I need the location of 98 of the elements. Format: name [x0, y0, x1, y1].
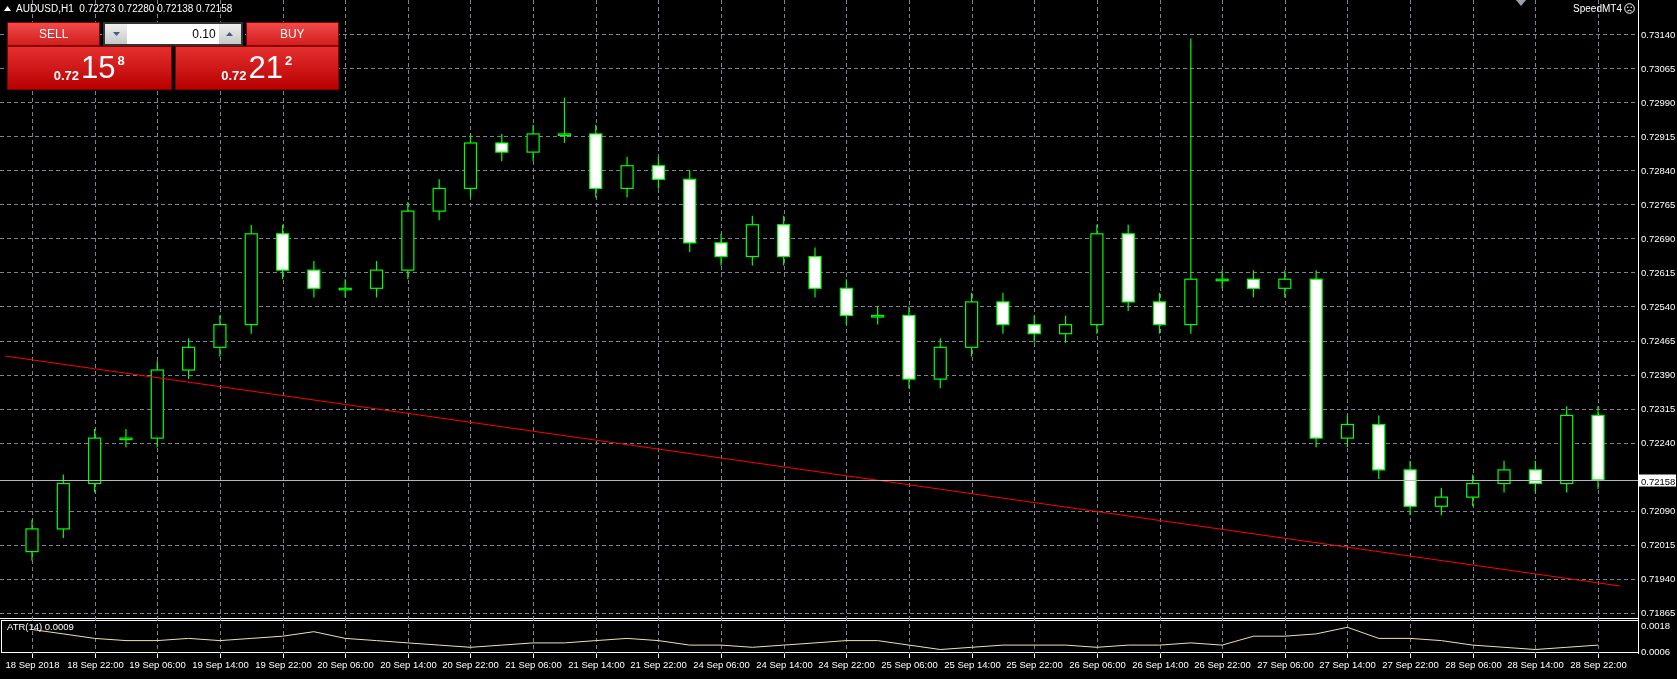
- candlestick: [182, 337, 196, 380]
- candlestick: [119, 428, 133, 448]
- candlestick: [1403, 460, 1417, 516]
- time-label: 20 Sep 06:00: [317, 659, 374, 670]
- sad-face-icon: [1624, 3, 1635, 14]
- time-label: 25 Sep 14:00: [944, 659, 1001, 670]
- candlestick: [1434, 487, 1448, 516]
- time-label: 28 Sep 14:00: [1507, 659, 1564, 670]
- time-label: 27 Sep 14:00: [1319, 659, 1376, 670]
- price-label: 0.72015: [1641, 539, 1676, 551]
- price-label: 0.72990: [1641, 96, 1676, 108]
- candlestick: [620, 156, 634, 199]
- indicator-label: ATR(14) 0.0009: [7, 621, 74, 632]
- candlestick: [745, 215, 759, 267]
- atr-label: 0.0006: [1641, 646, 1671, 658]
- candlestick: [369, 260, 384, 298]
- time-label: 20 Sep 22:00: [442, 659, 499, 670]
- time-label: 21 Sep 14:00: [568, 659, 625, 670]
- price-label: 0.72765: [1641, 198, 1676, 210]
- candlestick: [526, 124, 540, 162]
- candlestick: [213, 314, 227, 357]
- price-label: 0.72240: [1641, 437, 1676, 449]
- time-label: 24 Sep 22:00: [818, 659, 875, 670]
- candlestick: [1497, 460, 1511, 494]
- lot-spinner[interactable]: 0.10: [103, 22, 243, 46]
- candlestick: [88, 428, 102, 494]
- time-label: 19 Sep 22:00: [255, 659, 312, 670]
- price-label: 0.72465: [1641, 335, 1676, 346]
- caret-down-icon: [112, 32, 120, 36]
- time-label: 19 Sep 06:00: [129, 659, 186, 670]
- price-label: 0.72090: [1641, 505, 1676, 517]
- time-label: 20 Sep 14:00: [380, 659, 437, 670]
- time-label: 18 Sep 22:00: [67, 659, 124, 670]
- price-label: 0.73065: [1641, 62, 1676, 74]
- sell-button[interactable]: SELL: [7, 22, 101, 46]
- price-label: 0.72390: [1641, 369, 1676, 381]
- atr-label: 0.0018: [1641, 619, 1671, 631]
- time-label: 28 Sep 06:00: [1445, 659, 1502, 670]
- candlestick: [996, 292, 1010, 335]
- time-label: 21 Sep 22:00: [630, 659, 687, 670]
- decrease-button[interactable]: [105, 24, 128, 44]
- current-price-label: 0.72158: [1639, 474, 1676, 487]
- candlestick: [25, 519, 39, 562]
- buy-button[interactable]: BUY: [245, 22, 339, 46]
- caret-up-icon: [226, 32, 234, 36]
- candlestick: [933, 337, 947, 389]
- candlestick: [808, 246, 822, 298]
- candlestick: [1340, 414, 1355, 448]
- candlestick: [275, 224, 290, 280]
- time-label: 25 Sep 06:00: [881, 659, 938, 670]
- time-label: 26 Sep 06:00: [1069, 659, 1126, 670]
- price-label: 0.72615: [1641, 266, 1676, 278]
- price-label: 0.72840: [1641, 164, 1676, 176]
- candlestick: [1372, 414, 1386, 480]
- time-label: 27 Sep 22:00: [1382, 659, 1439, 670]
- candlestick: [714, 233, 728, 267]
- candlestick: [1215, 269, 1229, 289]
- price-label: 0.72540: [1641, 300, 1676, 312]
- candlestick: [495, 133, 509, 162]
- candlestick: [56, 473, 70, 539]
- price-label: 0.72915: [1641, 130, 1676, 142]
- candlestick: [1246, 269, 1261, 298]
- candlestick: [432, 178, 446, 221]
- time-label: 19 Sep 14:00: [192, 659, 249, 670]
- candlestick: [871, 305, 885, 326]
- time-label: 26 Sep 22:00: [1194, 659, 1251, 670]
- candlestick: [307, 260, 321, 298]
- candlestick: [557, 97, 572, 144]
- price-label: 0.71865: [1641, 607, 1676, 619]
- shift-marker-icon: [1516, 0, 1526, 6]
- time-label: 18 Sep 2018: [5, 659, 60, 670]
- time-label: 24 Sep 14:00: [756, 659, 813, 670]
- badge-label: SpeedMT4: [1573, 3, 1622, 14]
- time-label: 26 Sep 14:00: [1132, 659, 1189, 670]
- time-label: 25 Sep 22:00: [1006, 659, 1063, 670]
- time-label: 27 Sep 06:00: [1257, 659, 1314, 670]
- price-label: 0.73140: [1641, 28, 1676, 40]
- candlestick: [1058, 314, 1073, 344]
- candlestick: [1466, 473, 1480, 507]
- triangle-icon[interactable]: [4, 6, 11, 11]
- candlestick: [1278, 269, 1292, 298]
- chart-title: AUDUSD,H1 0.72273 0.72280 0.72138 0.72158: [16, 3, 233, 14]
- candlestick: [965, 292, 979, 357]
- candlestick: [1528, 460, 1542, 494]
- price-label: 0.72315: [1641, 403, 1676, 415]
- candlestick: [651, 156, 665, 189]
- candlestick: [463, 133, 478, 199]
- time-label: 21 Sep 06:00: [505, 659, 562, 670]
- increase-button[interactable]: [218, 24, 241, 44]
- candlestick: [1152, 292, 1167, 335]
- price-label: 0.72690: [1641, 232, 1676, 244]
- time-label: 28 Sep 22:00: [1570, 659, 1627, 670]
- candlestick: [1027, 314, 1041, 344]
- candlestick: [338, 278, 352, 298]
- price-label: 0.71940: [1641, 573, 1676, 585]
- candlestick: [839, 278, 853, 326]
- candlestick: [777, 215, 791, 267]
- time-label: 24 Sep 06:00: [693, 659, 750, 670]
